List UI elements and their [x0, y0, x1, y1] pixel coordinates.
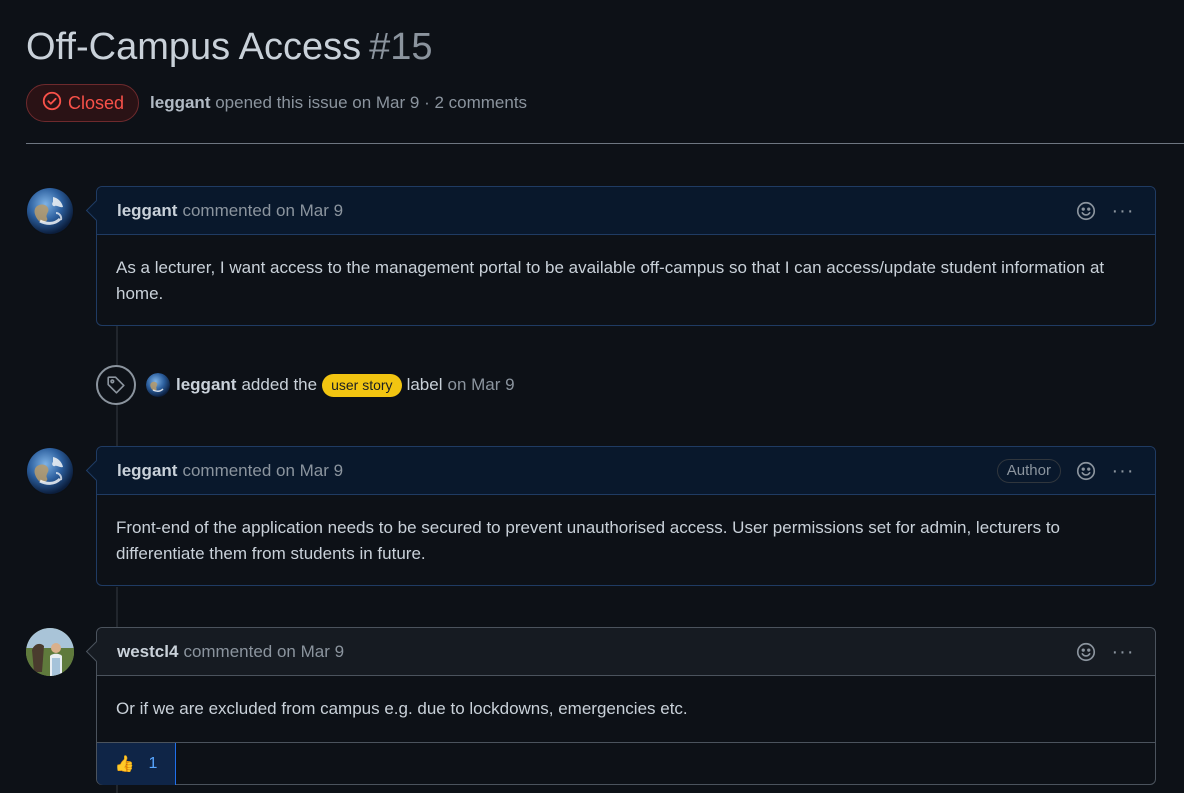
- author-badge: Author: [996, 458, 1061, 483]
- comment-card: leggant commented on Mar 9 ··· As a lect…: [96, 186, 1156, 326]
- avatar[interactable]: [26, 628, 74, 676]
- comment-header: leggant commented on Mar 9 ···: [97, 187, 1155, 235]
- kebab-horizontal-icon[interactable]: ···: [1111, 461, 1135, 481]
- circle-check-icon: [41, 90, 63, 117]
- comment-card: leggant commented on Mar 9 Author ··· Fr…: [96, 446, 1156, 586]
- timeline-connector: [116, 587, 118, 628]
- event-suffix: label: [406, 375, 443, 394]
- comment-body: As a lecturer, I want access to the mana…: [116, 258, 1105, 303]
- issue-meta-detail: opened this issue on Mar 9 · 2 comments: [215, 93, 528, 112]
- comment-actions: ···: [1075, 200, 1135, 222]
- issue-title-row: Off-Campus Access #15: [26, 26, 433, 69]
- comment-author-link[interactable]: leggant: [117, 201, 177, 221]
- header-divider: [26, 143, 1184, 144]
- comment-body: Front-end of the application needs to be…: [116, 518, 1060, 563]
- user-story-label[interactable]: user story: [322, 373, 402, 397]
- event-date[interactable]: on Mar 9: [447, 375, 514, 395]
- smiley-icon[interactable]: [1075, 200, 1097, 222]
- smiley-icon[interactable]: [1075, 460, 1097, 482]
- event-author-link[interactable]: leggant: [176, 375, 236, 395]
- comment-author-link[interactable]: leggant: [117, 461, 177, 481]
- issue-page: Off-Campus Access #15 Closed leggant open…: [0, 0, 1184, 793]
- kebab-horizontal-icon[interactable]: ···: [1111, 642, 1135, 662]
- avatar[interactable]: [146, 373, 170, 397]
- avatar[interactable]: [26, 447, 74, 495]
- thumbs-up-icon: 👍: [114, 756, 135, 773]
- thumbs-up-reaction[interactable]: 👍 1: [97, 743, 176, 785]
- label-event: leggant added the user story label on Ma…: [96, 365, 515, 405]
- comment-card: westcl4 commented on Mar 9 ··· Or if we …: [96, 627, 1156, 785]
- issue-meta-text: leggant opened this issue on Mar 9 · 2 c…: [150, 93, 527, 113]
- event-text: leggant added the user story label on Ma…: [176, 373, 515, 397]
- comment-actions: ···: [1075, 641, 1135, 663]
- comment-timestamp[interactable]: commented on Mar 9: [182, 461, 343, 481]
- comment-actions: Author ···: [996, 458, 1135, 483]
- state-badge: Closed: [26, 84, 140, 122]
- reaction-count: 1: [148, 755, 158, 772]
- comment-author-link[interactable]: westcl4: [117, 642, 178, 662]
- avatar[interactable]: [26, 187, 74, 235]
- tag-icon: [96, 365, 136, 405]
- event-prefix: added the: [241, 375, 318, 394]
- issue-number: #15: [369, 26, 433, 68]
- kebab-horizontal-icon[interactable]: ···: [1111, 201, 1135, 221]
- issue-title: Off-Campus Access: [26, 26, 362, 68]
- issue-meta: Closed leggant opened this issue on Mar …: [26, 84, 527, 122]
- state-label: Closed: [68, 92, 125, 113]
- comment-header: leggant commented on Mar 9 Author ···: [97, 447, 1155, 495]
- comment-timestamp[interactable]: commented on Mar 9: [183, 642, 344, 662]
- reactions-bar: 👍 1: [97, 742, 1155, 785]
- comment-header: westcl4 commented on Mar 9 ···: [97, 628, 1155, 676]
- smiley-icon[interactable]: [1075, 641, 1097, 663]
- issue-author-link[interactable]: leggant: [150, 93, 210, 112]
- comment-body: Or if we are excluded from campus e.g. d…: [116, 699, 688, 718]
- comment-timestamp[interactable]: commented on Mar 9: [182, 201, 343, 221]
